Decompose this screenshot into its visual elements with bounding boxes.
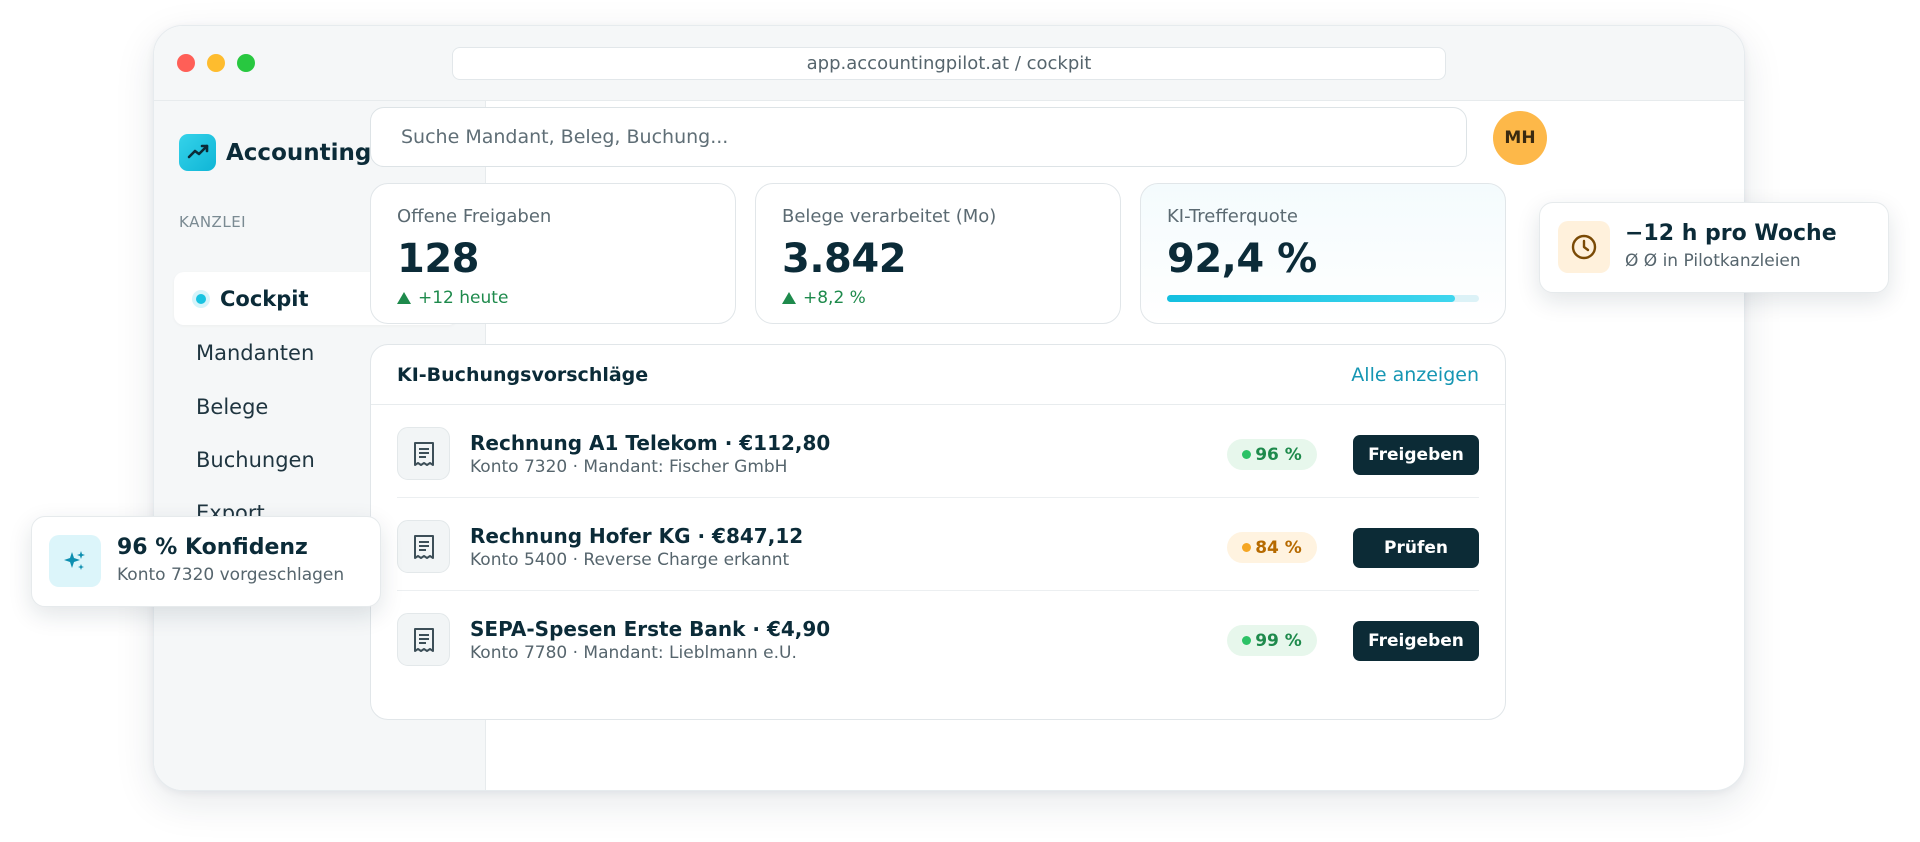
row-subtitle: Konto 7780 · Mandant: Lieblmann e.U. bbox=[470, 643, 797, 663]
confidence-badge: 84 % bbox=[1227, 532, 1317, 563]
trend-up-icon bbox=[397, 292, 411, 304]
sidebar-item-label: Cockpit bbox=[220, 286, 309, 311]
browser-titlebar: app.accountingpilot.at / cockpit bbox=[154, 26, 1744, 101]
receipt-icon bbox=[397, 427, 450, 480]
show-all-link[interactable]: Alle anzeigen bbox=[1351, 364, 1479, 386]
kpi-delta: +12 heute bbox=[397, 288, 508, 308]
callout-title: −12 h pro Woche bbox=[1625, 221, 1837, 246]
time-saved-callout-card: −12 h pro Woche Ø Ø in Pilotkanzleien bbox=[1539, 202, 1889, 293]
row-subtitle: Konto 5400 · Reverse Charge erkannt bbox=[470, 550, 790, 570]
receipt-icon bbox=[397, 520, 450, 573]
panel-header: KI-Buchungsvorschläge Alle anzeigen bbox=[371, 345, 1505, 405]
callout-subtitle: Konto 7320 vorgeschlagen bbox=[117, 565, 345, 585]
kpi-label: KI-Trefferquote bbox=[1167, 206, 1298, 227]
confidence-callout-card: 96 % Konfidenz Konto 7320 vorgeschlagen bbox=[31, 516, 381, 607]
kpi-card-open-approvals: Offene Freigaben 128 +12 heute bbox=[370, 183, 736, 324]
kpi-value: 3.842 bbox=[782, 236, 907, 282]
row-subtitle: Konto 7320 · Mandant: Fischer GmbH bbox=[470, 457, 788, 477]
review-button[interactable]: Prüfen bbox=[1353, 528, 1479, 568]
row-title: Rechnung A1 Telekom · €112,80 bbox=[470, 431, 831, 455]
address-bar[interactable]: app.accountingpilot.at / cockpit bbox=[452, 47, 1446, 80]
progress-bar bbox=[1167, 295, 1479, 302]
kpi-card-ai-hit-rate: KI-Trefferquote 92,4 % bbox=[1140, 183, 1506, 324]
sparkle-icon bbox=[49, 535, 101, 587]
avatar[interactable]: MH bbox=[1493, 111, 1547, 165]
panel-title: KI-Buchungsvorschläge bbox=[397, 364, 649, 386]
kpi-value: 128 bbox=[397, 236, 480, 282]
kpi-delta-text: +12 heute bbox=[418, 288, 509, 308]
confidence-value: 84 % bbox=[1255, 537, 1302, 558]
status-dot bbox=[1242, 543, 1252, 552]
active-indicator-dot bbox=[196, 293, 206, 304]
kpi-value: 92,4 % bbox=[1167, 236, 1317, 282]
kpi-delta-text: +8,2 % bbox=[803, 288, 866, 308]
progress-fill bbox=[1167, 295, 1456, 302]
kpi-delta: +8,2 % bbox=[782, 288, 866, 308]
minimize-window-button[interactable] bbox=[207, 54, 225, 72]
confidence-badge: 99 % bbox=[1227, 625, 1317, 656]
list-item[interactable]: Rechnung Hofer KG · €847,12 Konto 5400 ·… bbox=[397, 498, 1479, 591]
status-dot bbox=[1242, 636, 1252, 645]
sidebar-section-label: KANZLEI bbox=[179, 213, 247, 231]
approve-button[interactable]: Freigeben bbox=[1353, 621, 1479, 661]
confidence-value: 99 % bbox=[1255, 630, 1302, 651]
kpi-card-documents-processed: Belege verarbeitet (Mo) 3.842 +8,2 % bbox=[755, 183, 1121, 324]
kpi-label: Belege verarbeitet (Mo) bbox=[782, 206, 997, 227]
row-title: Rechnung Hofer KG · €847,12 bbox=[470, 524, 804, 548]
sidebar-item-label: Buchungen bbox=[196, 447, 315, 472]
search-input[interactable]: Suche Mandant, Beleg, Buchung... bbox=[370, 107, 1467, 167]
list-item[interactable]: SEPA-Spesen Erste Bank · €4,90 Konto 778… bbox=[397, 591, 1479, 684]
callout-title: 96 % Konfidenz bbox=[117, 535, 308, 560]
close-window-button[interactable] bbox=[177, 54, 195, 72]
callout-subtitle: Ø Ø in Pilotkanzleien bbox=[1625, 251, 1801, 271]
row-title: SEPA-Spesen Erste Bank · €4,90 bbox=[470, 617, 831, 641]
confidence-badge: 96 % bbox=[1227, 439, 1317, 470]
ai-booking-suggestions-panel: KI-Buchungsvorschläge Alle anzeigen Rech… bbox=[370, 344, 1506, 720]
approve-button[interactable]: Freigeben bbox=[1353, 435, 1479, 475]
trend-chart-icon bbox=[179, 134, 216, 171]
kpi-label: Offene Freigaben bbox=[397, 206, 552, 227]
maximize-window-button[interactable] bbox=[237, 54, 255, 72]
confidence-value: 96 % bbox=[1255, 444, 1302, 465]
receipt-icon bbox=[397, 613, 450, 666]
sidebar-item-label: Belege bbox=[196, 394, 269, 419]
list-item[interactable]: Rechnung A1 Telekom · €112,80 Konto 7320… bbox=[397, 405, 1479, 498]
sidebar-item-label: Mandanten bbox=[196, 340, 315, 365]
clock-icon bbox=[1558, 221, 1610, 273]
status-dot bbox=[1242, 450, 1252, 459]
trend-up-icon bbox=[782, 292, 796, 304]
